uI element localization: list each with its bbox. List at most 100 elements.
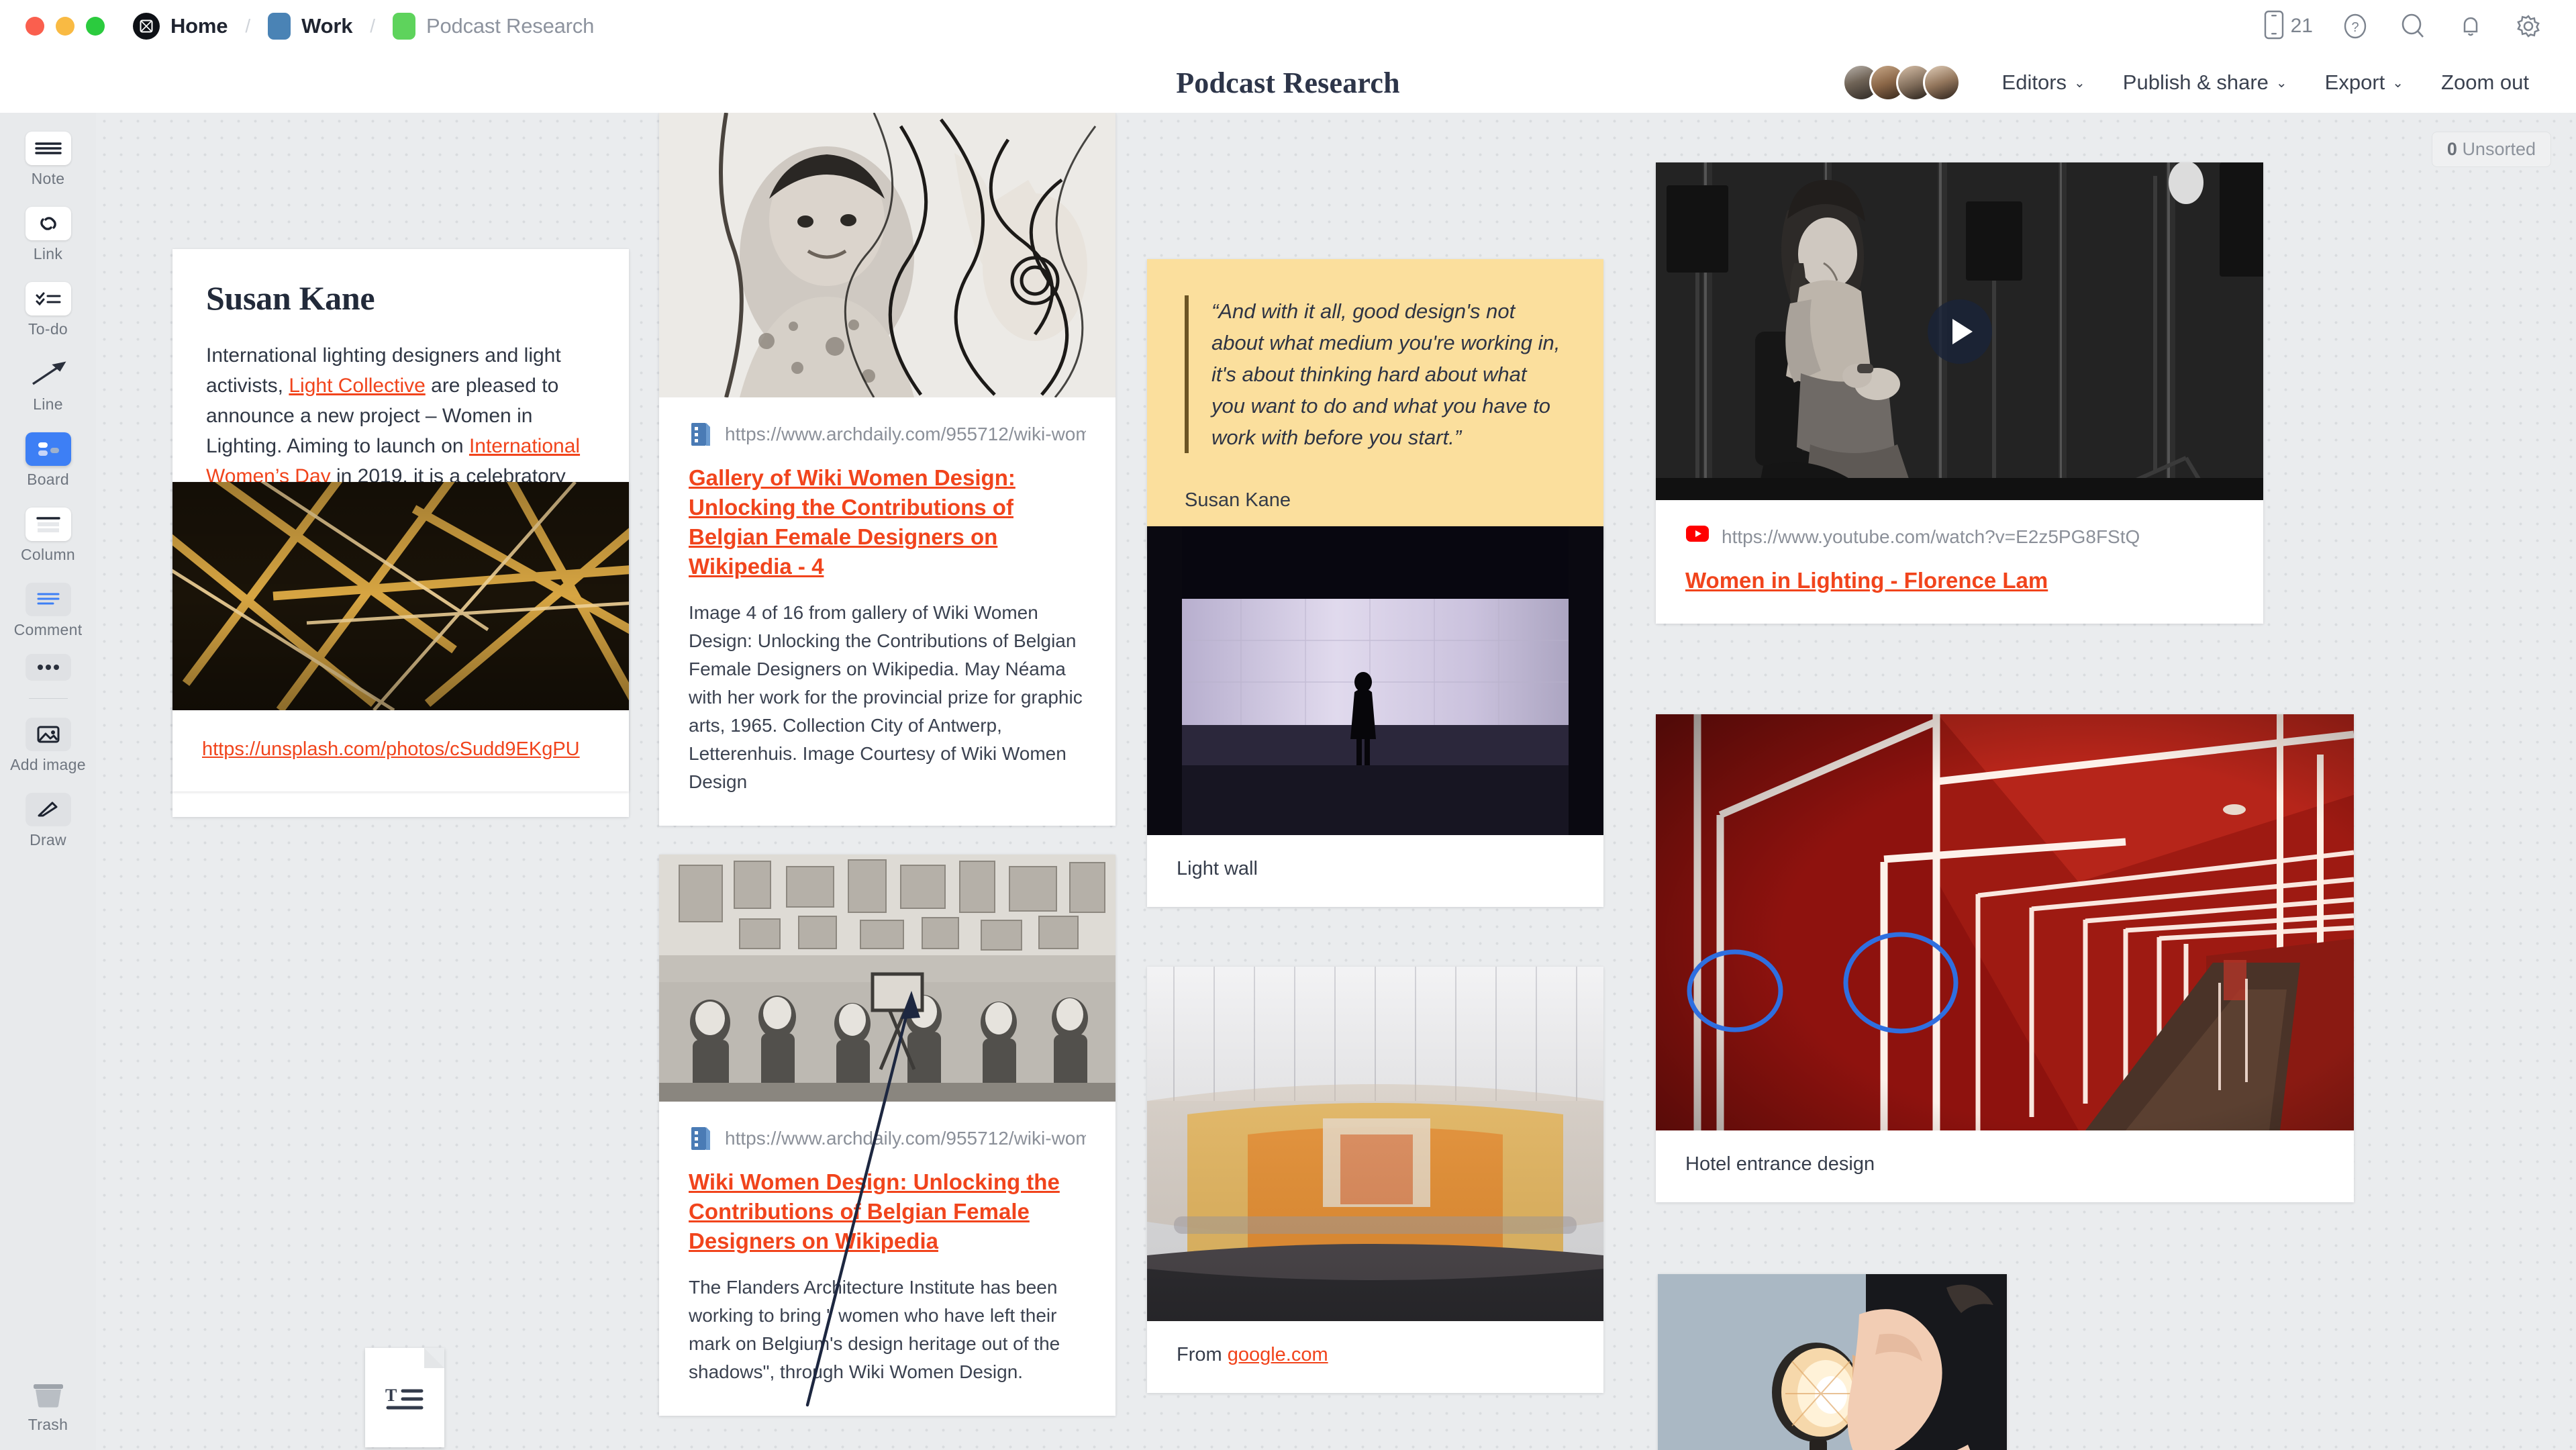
toolbar-item-trash[interactable]: Trash bbox=[0, 1378, 96, 1434]
toolbar-label-link: Link bbox=[33, 245, 63, 262]
toolbar-label-line: Line bbox=[33, 395, 63, 413]
drawing-annotations bbox=[1687, 932, 1959, 1034]
column-icon bbox=[25, 508, 71, 541]
toolbar-item-note[interactable]: Note bbox=[0, 132, 96, 188]
avatar[interactable] bbox=[1922, 64, 1961, 101]
unsplash-link[interactable]: https://unsplash.com/photos/cSudd9EKgPU bbox=[202, 738, 580, 760]
breadcrumb-item-home[interactable]: Home bbox=[133, 13, 228, 40]
light-wall-image bbox=[1147, 526, 1603, 835]
mobile-icon bbox=[2264, 10, 2284, 43]
image-card-unsplash[interactable]: https://unsplash.com/photos/cSudd9EKgPU bbox=[172, 482, 629, 791]
board-folder-icon bbox=[393, 13, 416, 40]
toolbar-label-note: Note bbox=[31, 170, 65, 187]
archdaily-favicon bbox=[689, 422, 711, 447]
comment-icon bbox=[25, 583, 71, 616]
unsplash-image bbox=[172, 482, 629, 710]
document-lighting-design[interactable]: T Lighting Design 2 words bbox=[264, 1348, 546, 1450]
traffic-lights[interactable] bbox=[26, 17, 105, 36]
window-titlebar: Home / Work / Podcast Research 21 ? bbox=[0, 0, 2576, 52]
hotel-entrance-caption: Hotel entrance design bbox=[1685, 1153, 1875, 1175]
gear-icon[interactable] bbox=[2513, 11, 2544, 42]
toolbar-item-add-image[interactable]: Add image bbox=[0, 718, 96, 774]
more-icon bbox=[25, 654, 71, 681]
archdaily-gallery-meta: https://www.archdaily.com/955712/wiki-wo… bbox=[659, 397, 1116, 447]
light-collective-link[interactable]: Light Collective bbox=[289, 375, 425, 397]
toolbar-item-comment[interactable]: Comment bbox=[0, 583, 96, 639]
publish-share-label: Publish & share bbox=[2122, 70, 2269, 94]
zoom-out-button[interactable]: Zoom out bbox=[2422, 70, 2548, 95]
archdaily-gallery-url[interactable]: https://www.archdaily.com/955712/wiki-wo… bbox=[725, 424, 1086, 445]
breadcrumb: Home / Work / Podcast Research bbox=[133, 13, 594, 40]
breadcrumb-item-current[interactable]: Podcast Research bbox=[393, 13, 594, 40]
breadcrumb-work-label: Work bbox=[301, 14, 353, 38]
publish-share-menu-button[interactable]: Publish & share ⌄ bbox=[2104, 70, 2306, 95]
quote-card[interactable]: “And with it all, good design's not abou… bbox=[1147, 259, 1603, 549]
breadcrumb-item-work[interactable]: Work bbox=[268, 13, 352, 40]
toolbar-item-column[interactable]: Column bbox=[0, 508, 96, 564]
youtube-thumbnail[interactable] bbox=[1656, 162, 2263, 500]
bell-icon[interactable] bbox=[2455, 11, 2486, 42]
maximize-window-button[interactable] bbox=[86, 17, 105, 36]
unsorted-badge[interactable]: 0 Unsorted bbox=[2431, 132, 2551, 167]
link-card-archdaily-wiki[interactable]: https://www.archdaily.com/955712/wiki-wo… bbox=[659, 855, 1116, 1416]
toolbar-label-comment: Comment bbox=[13, 621, 83, 638]
document-actions: Editors ⌄ Publish & share ⌄ Export ⌄ Zoo… bbox=[1842, 64, 2548, 101]
help-icon[interactable]: ? bbox=[2340, 11, 2371, 42]
quote-text: “And with it all, good design's not abou… bbox=[1185, 295, 1563, 453]
link-card-youtube[interactable]: https://www.youtube.com/watch?v=E2z5PG8F… bbox=[1656, 162, 2263, 624]
toolbar-divider bbox=[28, 698, 68, 699]
export-label: Export bbox=[2324, 70, 2385, 94]
image-card-google[interactable]: From google.com bbox=[1147, 967, 1603, 1393]
image-card-hotel-entrance[interactable]: Hotel entrance design bbox=[1656, 714, 2354, 1202]
archdaily-wiki-url[interactable]: https://www.archdaily.com/955712/wiki-wo… bbox=[725, 1128, 1086, 1149]
google-source-link[interactable]: google.com bbox=[1228, 1344, 1328, 1365]
breadcrumb-home-label: Home bbox=[170, 14, 228, 38]
google-image-caption: From google.com bbox=[1147, 1321, 1603, 1393]
editor-avatars[interactable] bbox=[1842, 64, 1961, 101]
image-card-flashlight[interactable] bbox=[1658, 1274, 2007, 1450]
line-icon bbox=[26, 357, 71, 391]
editors-menu-label: Editors bbox=[2001, 70, 2067, 94]
breadcrumb-separator-1: / bbox=[245, 15, 251, 36]
app-logo-icon bbox=[133, 13, 160, 40]
image-card-light-wall[interactable]: Light wall bbox=[1147, 526, 1603, 907]
unsorted-label: Unsorted bbox=[2462, 139, 2536, 159]
toolbar-label-board: Board bbox=[27, 471, 69, 488]
unsorted-count: 0 bbox=[2446, 139, 2457, 159]
toolbar-item-more[interactable] bbox=[0, 654, 96, 681]
youtube-url[interactable]: https://www.youtube.com/watch?v=E2z5PG8F… bbox=[1722, 526, 2140, 548]
svg-text:T: T bbox=[385, 1386, 397, 1405]
work-folder-icon bbox=[268, 13, 291, 40]
quote-author: Susan Kane bbox=[1185, 489, 1291, 511]
archdaily-wiki-meta: https://www.archdaily.com/955712/wiki-wo… bbox=[659, 1102, 1116, 1151]
export-menu-button[interactable]: Export ⌄ bbox=[2306, 70, 2422, 95]
editors-menu-button[interactable]: Editors ⌄ bbox=[1983, 70, 2104, 95]
note-icon bbox=[25, 132, 71, 165]
toolbar-item-line[interactable]: Line bbox=[0, 357, 96, 414]
toolbar-item-board[interactable]: Board bbox=[0, 432, 96, 489]
close-window-button[interactable] bbox=[26, 17, 44, 36]
archdaily-gallery-title[interactable]: Gallery of Wiki Women Design: Unlocking … bbox=[659, 447, 1116, 581]
search-icon[interactable] bbox=[2397, 11, 2428, 42]
add-image-icon bbox=[25, 718, 71, 751]
toolbar-item-draw[interactable]: Draw bbox=[0, 793, 96, 849]
archdaily-wiki-title[interactable]: Wiki Women Design: Unlocking the Contrib… bbox=[659, 1151, 1116, 1256]
toolbar-item-link[interactable]: Link bbox=[0, 207, 96, 263]
minimize-window-button[interactable] bbox=[56, 17, 75, 36]
toolbar-item-todo[interactable]: To-do bbox=[0, 282, 96, 338]
mobile-count-label: 21 bbox=[2290, 15, 2313, 37]
flashlight-image bbox=[1658, 1274, 2007, 1450]
light-wall-caption: Light wall bbox=[1177, 858, 1258, 879]
toolbar-label-add-image: Add image bbox=[10, 756, 86, 773]
breadcrumb-separator-2: / bbox=[370, 15, 376, 36]
trash-icon bbox=[26, 1378, 71, 1411]
board-canvas[interactable]: 0 Unsorted Susan Kane International ligh… bbox=[96, 113, 2576, 1450]
archdaily-wiki-description: The Flanders Architecture Institute has … bbox=[689, 1277, 1060, 1382]
play-icon[interactable] bbox=[1927, 299, 1992, 364]
breadcrumb-current-label: Podcast Research bbox=[426, 14, 595, 38]
archdaily-gallery-image bbox=[659, 113, 1116, 397]
chevron-down-icon: ⌄ bbox=[2074, 75, 2085, 91]
link-card-archdaily-gallery[interactable]: https://www.archdaily.com/955712/wiki-wo… bbox=[659, 113, 1116, 826]
mobile-devices-button[interactable]: 21 bbox=[2264, 10, 2313, 43]
youtube-title[interactable]: Women in Lighting - Florence Lam bbox=[1656, 550, 2263, 624]
